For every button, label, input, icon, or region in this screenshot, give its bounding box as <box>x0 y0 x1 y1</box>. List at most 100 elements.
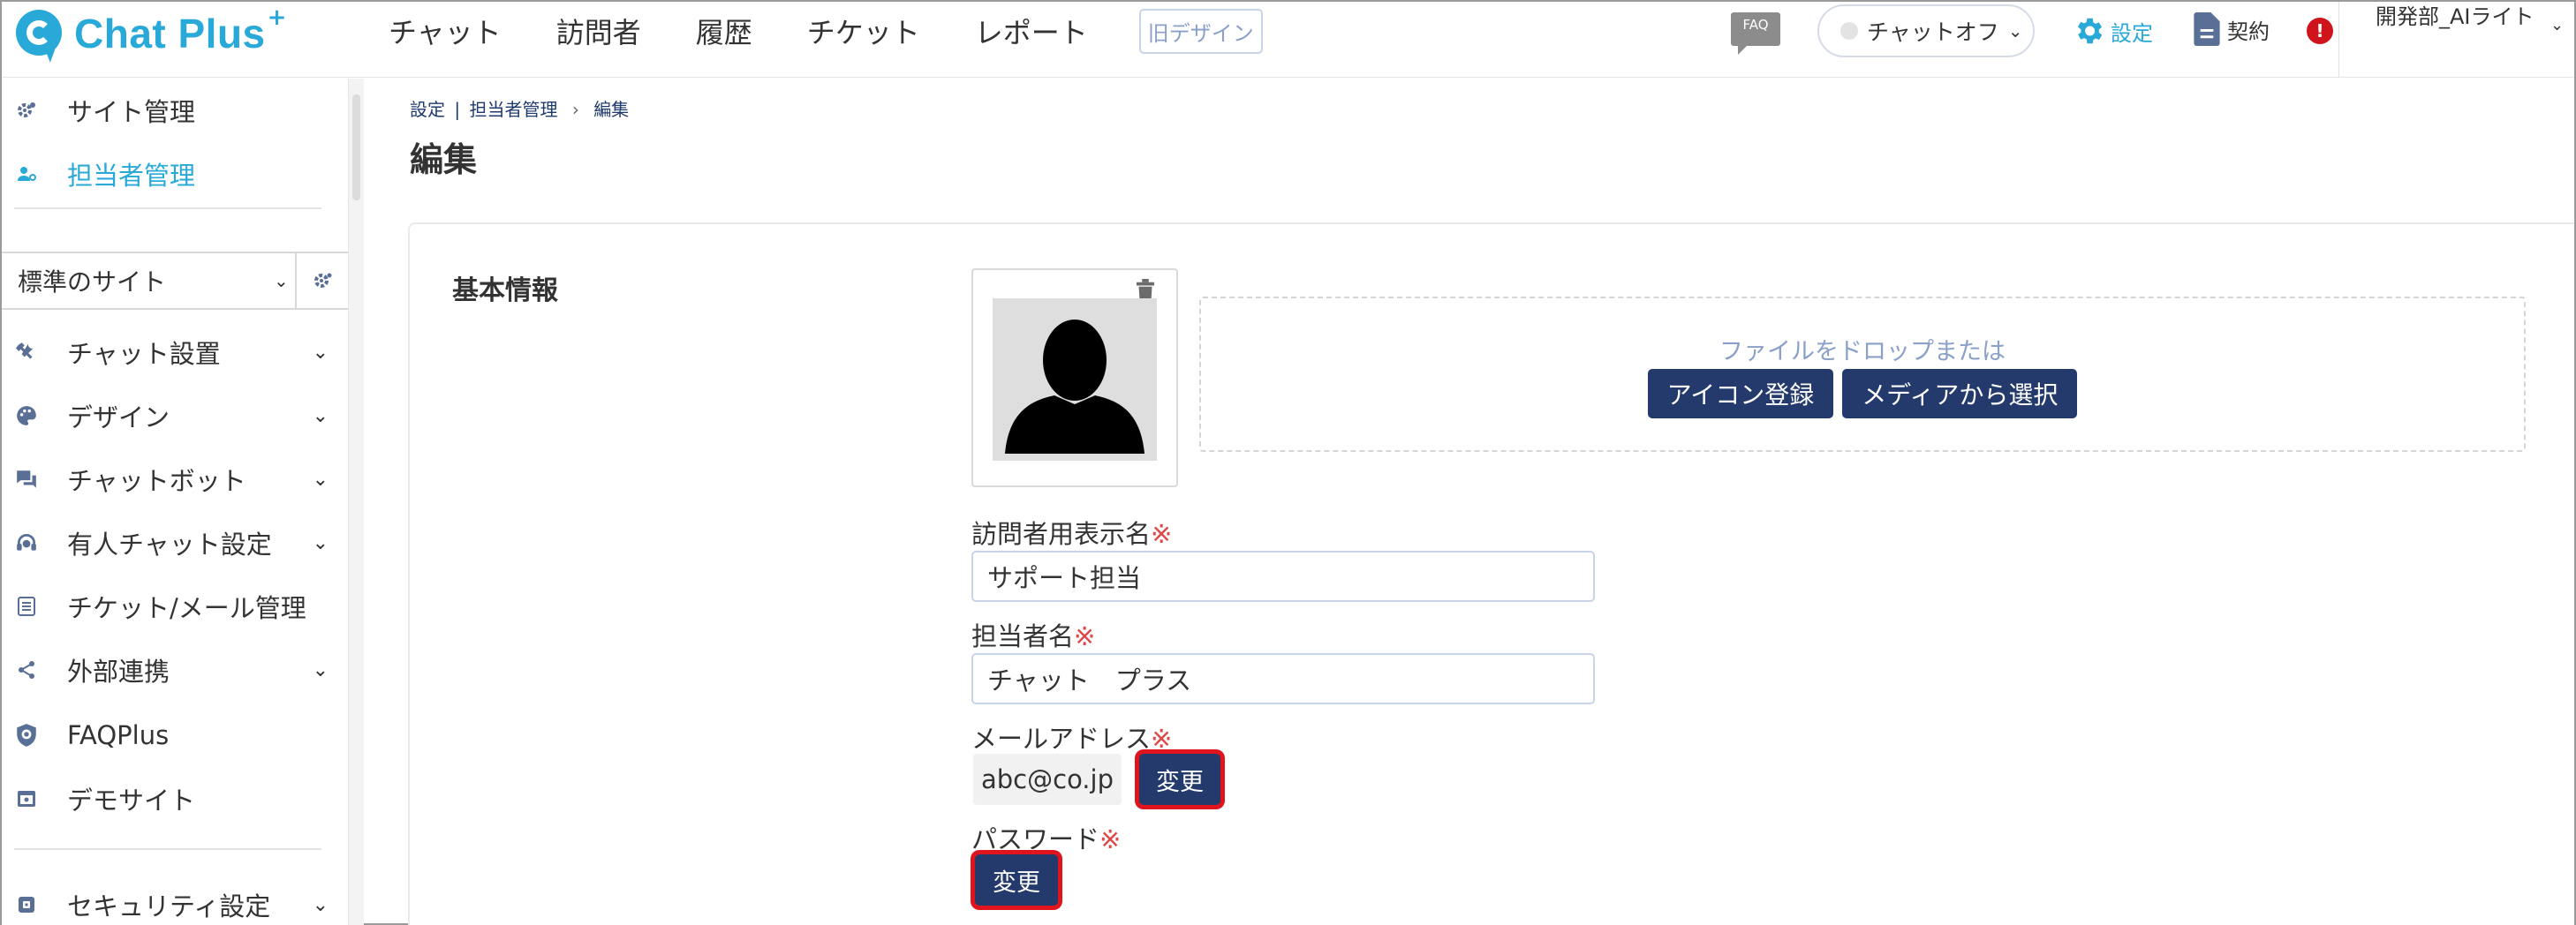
logo-plus: + <box>267 4 287 31</box>
required-mark: ※ <box>1074 621 1096 651</box>
change-email-button-wrapper: 変更 <box>1139 754 1220 805</box>
sidebar: サイト管理 担当者管理 標準のサイト ⌄ チャット設置 ⌄ デザイン ⌄ チャッ… <box>2 79 348 925</box>
alert-icon[interactable]: ! <box>2307 18 2333 44</box>
old-design-button[interactable]: 旧デザイン <box>1138 8 1263 54</box>
change-password-button[interactable]: 変更 <box>975 854 1058 906</box>
chat-status-toggle[interactable]: チャットオフ ⌄ <box>1817 4 2035 57</box>
user-menu[interactable]: 開発部_AIライト <box>2376 2 2552 32</box>
user-gear-icon <box>14 162 39 186</box>
contract-link[interactable]: 契約 <box>2194 12 2270 46</box>
header-divider <box>2338 2 2339 78</box>
change-email-button[interactable]: 変更 <box>1139 754 1220 805</box>
breadcrumb-separator: | <box>454 99 461 120</box>
contract-label: 契約 <box>2227 19 2270 44</box>
sidebar-item-label: サイト管理 <box>67 97 196 127</box>
password-label: パスワード※ <box>971 819 1121 856</box>
sidebar-item-site-management[interactable]: サイト管理 <box>2 84 348 137</box>
page-title: 編集 <box>410 140 478 179</box>
sidebar-item-chat-install[interactable]: チャット設置 ⌄ <box>2 326 348 379</box>
nav-chat[interactable]: チャット <box>389 11 502 51</box>
sidebar-scrollbar[interactable] <box>348 79 364 925</box>
settings-label: 設定 <box>2111 20 2153 46</box>
sidebar-item-demo-site[interactable]: デモサイト <box>2 772 348 825</box>
nav-history[interactable]: 履歴 <box>696 11 752 51</box>
sidebar-item-label: セキュリティ設定 <box>67 891 271 921</box>
nav-tickets[interactable]: チケット <box>807 11 920 51</box>
sidebar-item-integrations[interactable]: 外部連携 ⌄ <box>2 643 348 696</box>
avatar-preview <box>971 268 1178 487</box>
logo-text: Chat Plus <box>74 11 266 56</box>
sidebar-item-label: チケット/メール管理 <box>67 593 306 623</box>
breadcrumb-chevron: › <box>571 99 579 120</box>
sidebar-divider <box>14 207 321 209</box>
required-mark: ※ <box>1151 724 1173 754</box>
chevron-down-icon[interactable]: ⌄ <box>2550 16 2564 34</box>
icon-dropzone[interactable]: ファイルをドロップまたは アイコン登録 メディアから選択 <box>1199 297 2526 452</box>
chat-plus-logo-icon <box>14 8 65 63</box>
nav-reports[interactable]: レポート <box>975 11 1088 51</box>
chevron-down-icon: ⌄ <box>312 404 329 427</box>
site-settings-gear-button[interactable] <box>295 253 348 308</box>
settings-link[interactable]: 設定 <box>2072 14 2153 48</box>
tools-icon <box>14 340 39 365</box>
sidebar-item-label: 担当者管理 <box>67 161 196 191</box>
change-password-button-wrapper: 変更 <box>975 854 1058 906</box>
sidebar-item-label: チャットボット <box>67 466 246 496</box>
chevron-down-icon: ⌄ <box>2007 20 2023 41</box>
headset-icon <box>14 530 39 555</box>
breadcrumb-settings[interactable]: 設定 <box>410 99 445 120</box>
gear-icon <box>2077 18 2103 44</box>
email-label: メールアドレス※ <box>971 718 1172 756</box>
breadcrumb-staff-management[interactable]: 担当者管理 <box>469 99 557 120</box>
faq-icon[interactable]: FAQ <box>1731 12 1780 55</box>
staff-name-label-text: 担当者名 <box>971 621 1075 651</box>
sidebar-item-live-chat-settings[interactable]: 有人チャット設定 ⌄ <box>2 516 348 569</box>
chevron-down-icon: ⌄ <box>312 468 329 491</box>
chat-status-label: チャットオフ <box>1867 19 1999 45</box>
display-name-input[interactable]: サポート担当 <box>971 551 1595 602</box>
scrollbar-thumb[interactable] <box>352 94 360 200</box>
status-dot-icon <box>1840 22 1858 40</box>
faq-shield-icon <box>14 723 39 748</box>
chevron-down-icon: ⌄ <box>312 893 329 916</box>
sidebar-item-faqplus[interactable]: FAQPlus <box>2 709 348 762</box>
chevron-down-icon: ⌄ <box>312 341 329 364</box>
sidebar-item-label: FAQPlus <box>67 720 170 750</box>
palette-icon <box>14 403 39 428</box>
register-icon-button[interactable]: アイコン登録 <box>1647 369 1834 418</box>
chevron-down-icon: ⌄ <box>312 658 329 681</box>
demo-site-icon <box>14 786 39 811</box>
required-mark: ※ <box>1151 519 1173 549</box>
chat-plus-logo[interactable]: Chat Plus + <box>14 4 287 63</box>
sidebar-item-design[interactable]: デザイン ⌄ <box>2 389 348 442</box>
breadcrumb-current: 編集 <box>593 99 630 120</box>
sidebar-divider <box>14 848 321 850</box>
sidebar-item-staff-management[interactable]: 担当者管理 <box>2 147 348 200</box>
dropzone-text: ファイルをドロップまたは <box>1719 338 2006 365</box>
site-selector[interactable]: 標準のサイト ⌄ <box>2 252 348 310</box>
email-value: abc@co.jp <box>973 754 1122 805</box>
shield-icon <box>14 892 39 917</box>
sidebar-item-label: 外部連携 <box>67 657 170 687</box>
sidebar-item-label: チャット設置 <box>67 339 221 369</box>
document-icon <box>2194 12 2220 46</box>
sidebar-item-label: 有人チャット設定 <box>67 530 272 560</box>
breadcrumb: 設定 | 担当者管理 › 編集 <box>410 95 629 121</box>
top-header: Chat Plus + チャット 訪問者 履歴 チケット レポート 旧デザイン … <box>2 2 2574 78</box>
chevron-down-icon: ⌄ <box>312 531 329 554</box>
gear-person-icon <box>14 98 39 123</box>
nav-visitors[interactable]: 訪問者 <box>556 11 641 51</box>
display-name-label-text: 訪問者用表示名 <box>971 519 1152 549</box>
sidebar-item-label: デモサイト <box>67 786 196 816</box>
site-select-value: 標準のサイト <box>18 267 167 297</box>
sidebar-item-chatbot[interactable]: チャットボット ⌄ <box>2 453 348 506</box>
staff-name-input[interactable]: チャット プラス <box>971 653 1595 704</box>
top-nav: チャット 訪問者 履歴 チケット レポート 旧デザイン <box>389 2 1263 60</box>
select-from-media-button[interactable]: メディアから選択 <box>1842 369 2078 418</box>
sidebar-item-label: デザイン <box>67 402 170 432</box>
chat-bubbles-icon <box>14 467 39 492</box>
required-mark: ※ <box>1099 824 1122 854</box>
sidebar-item-security[interactable]: セキュリティ設定 ⌄ <box>2 878 348 925</box>
gear-icon <box>314 273 332 288</box>
sidebar-item-ticket-mail[interactable]: チケット/メール管理 <box>2 580 348 633</box>
